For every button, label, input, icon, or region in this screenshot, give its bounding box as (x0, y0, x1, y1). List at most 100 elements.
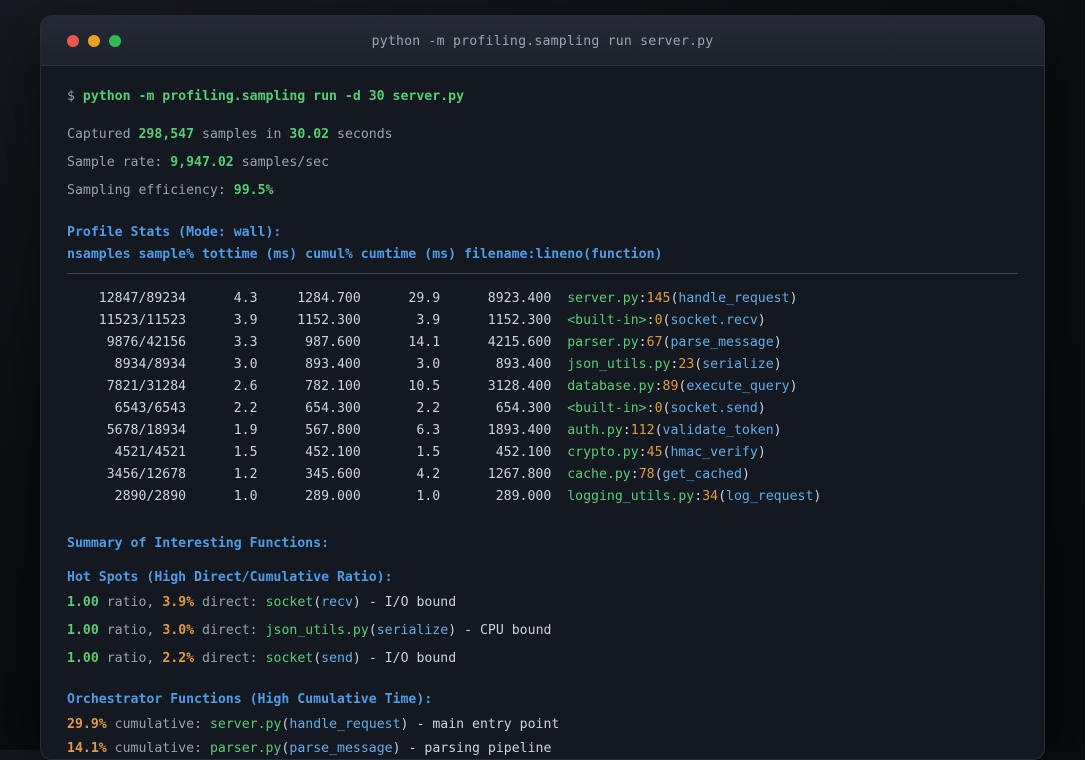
stat-filename: logging_utils.py (567, 489, 695, 504)
stat-colon: : (646, 401, 655, 416)
captured-samples-value: 298,547 (138, 127, 195, 142)
hot-spot-direct-label: direct: (202, 623, 258, 638)
captured-label: Captured (67, 127, 131, 142)
stat-close-paren: ) (813, 489, 822, 504)
orchestrator-item: 14.1% cumulative: parser.py(parse_messag… (67, 738, 1018, 759)
stat-filename: json_utils.py (567, 357, 671, 372)
hot-spot-open-paren: ( (368, 623, 377, 638)
stat-colon: : (638, 335, 647, 350)
hot-spot-ratio-label: ratio, (106, 595, 155, 610)
stat-close-paren: ) (773, 335, 782, 350)
orchestrator-cumul-pct: 14.1% (67, 741, 107, 756)
hot-spot-function: recv (321, 595, 353, 610)
stat-function: log_request (726, 489, 814, 504)
efficiency-value: 99.5% (233, 183, 274, 198)
table-row: 11523/11523 3.9 1152.300 3.9 1152.300 <b… (67, 310, 1018, 332)
stat-numbers: 11523/11523 3.9 1152.300 3.9 1152.300 (67, 313, 568, 328)
stat-filename: cache.py (567, 467, 631, 482)
stat-close-paren: ) (789, 379, 798, 394)
stat-function: validate_token (662, 423, 774, 438)
table-row: 7821/31284 2.6 782.100 10.5 3128.400 dat… (67, 376, 1018, 398)
hot-spot-direct-pct: 3.0% (162, 623, 195, 638)
stat-numbers: 6543/6543 2.2 654.300 2.2 654.300 (67, 401, 568, 416)
stat-filename: server.py (567, 291, 639, 306)
terminal-window: python -m profiling.sampling run server.… (40, 15, 1045, 760)
orchestrator-cumul-pct: 29.9% (67, 717, 107, 732)
hot-spot-function: serialize (376, 623, 449, 638)
hot-spot-open-paren: ( (313, 651, 322, 666)
orchestrator-function: parse_message (289, 741, 393, 756)
stat-filename: crypto.py (567, 445, 639, 460)
stat-lineno: 89 (662, 379, 679, 394)
stat-function: execute_query (686, 379, 790, 394)
stat-lineno: 0 (654, 401, 663, 416)
sample-rate-label: Sample rate: (67, 155, 163, 170)
stat-open-paren: ( (718, 489, 727, 504)
terminal-content: $ python -m profiling.sampling run -d 30… (41, 66, 1044, 759)
stat-numbers: 12847/89234 4.3 1284.700 29.9 8923.400 (67, 291, 568, 306)
hot-spots-heading: Hot Spots (High Direct/Cumulative Ratio)… (67, 570, 393, 585)
stat-numbers: 9876/42156 3.3 987.600 14.1 4215.600 (67, 335, 568, 350)
hot-spot-note: - I/O bound (368, 595, 457, 610)
table-row: 2890/2890 1.0 289.000 1.0 289.000 loggin… (67, 486, 1018, 508)
orchestrator-item: 29.9% cumulative: server.py(handle_reque… (67, 714, 1018, 736)
orchestrator-label: cumulative: (114, 717, 202, 732)
orchestrator-close-paren: ) (400, 717, 409, 732)
captured-line: Captured 298,547 samples in 30.02 second… (67, 124, 1018, 146)
stat-filename: auth.py (567, 423, 623, 438)
hot-spot-direct-label: direct: (202, 651, 258, 666)
hot-spot-item: 1.00 ratio, 3.9% direct: socket(recv) - … (67, 592, 1018, 614)
stat-colon: : (638, 445, 647, 460)
stat-open-paren: ( (654, 423, 663, 438)
stat-numbers: 7821/31284 2.6 782.100 10.5 3128.400 (67, 379, 568, 394)
stat-close-paren: ) (741, 467, 750, 482)
stat-filename: <built-in> (567, 313, 647, 328)
orchestrator-close-paren: ) (392, 741, 401, 756)
orchestrators-heading: Orchestrator Functions (High Cumulative … (67, 692, 433, 707)
sample-rate-unit: samples/sec (241, 155, 330, 170)
minimize-button[interactable] (88, 34, 100, 47)
stat-numbers: 4521/4521 1.5 452.100 1.5 452.100 (67, 445, 568, 460)
stat-lineno: 34 (702, 489, 719, 504)
stat-colon: : (694, 489, 703, 504)
hot-spot-item: 1.00 ratio, 2.2% direct: socket(send) - … (67, 648, 1018, 670)
hot-spot-filename: json_utils.py (265, 623, 369, 638)
summary-heading: Summary of Interesting Functions: (67, 536, 330, 551)
stat-colon: : (638, 291, 647, 306)
close-button[interactable] (67, 34, 79, 47)
hot-spot-filename: socket (265, 651, 314, 666)
orchestrator-filename: parser.py (209, 741, 282, 756)
stat-close-paren: ) (757, 445, 766, 460)
stat-function: get_cached (662, 467, 742, 482)
sample-rate-line: Sample rate: 9,947.02 samples/sec (67, 152, 1018, 174)
orchestrators-list: 29.9% cumulative: server.py(handle_reque… (67, 714, 1018, 759)
stat-close-paren: ) (773, 357, 782, 372)
table-row: 5678/18934 1.9 567.800 6.3 1893.400 auth… (67, 420, 1018, 442)
titlebar: python -m profiling.sampling run server.… (41, 16, 1044, 66)
captured-seconds-value: 30.02 (289, 127, 330, 142)
orchestrator-note: - parsing pipeline (408, 741, 552, 756)
hot-spot-ratio: 1.00 (67, 623, 99, 638)
efficiency-label: Sampling efficiency: (67, 183, 226, 198)
stat-colon: : (622, 423, 631, 438)
table-row: 9876/42156 3.3 987.600 14.1 4215.600 par… (67, 332, 1018, 354)
stat-close-paren: ) (773, 423, 782, 438)
stat-lineno: 0 (654, 313, 663, 328)
stat-lineno: 78 (638, 467, 655, 482)
table-row: 6543/6543 2.2 654.300 2.2 654.300 <built… (67, 398, 1018, 420)
hot-spot-item: 1.00 ratio, 3.0% direct: json_utils.py(s… (67, 620, 1018, 642)
hot-spot-direct-pct: 3.9% (162, 595, 195, 610)
orchestrator-label: cumulative: (114, 741, 202, 756)
stat-open-paren: ( (654, 467, 663, 482)
stat-numbers: 2890/2890 1.0 289.000 1.0 289.000 (67, 489, 568, 504)
stat-filename: <built-in> (567, 401, 647, 416)
stat-lineno: 145 (646, 291, 671, 306)
profile-stats-table: 12847/89234 4.3 1284.700 29.9 8923.400 s… (67, 288, 1018, 508)
zoom-button[interactable] (109, 34, 121, 47)
stat-lineno: 112 (630, 423, 655, 438)
table-separator (67, 273, 1018, 274)
stat-numbers: 3456/12678 1.2 345.600 4.2 1267.800 (67, 467, 568, 482)
hot-spot-function: send (321, 651, 353, 666)
table-row: 4521/4521 1.5 452.100 1.5 452.100 crypto… (67, 442, 1018, 464)
hot-spot-open-paren: ( (313, 595, 322, 610)
